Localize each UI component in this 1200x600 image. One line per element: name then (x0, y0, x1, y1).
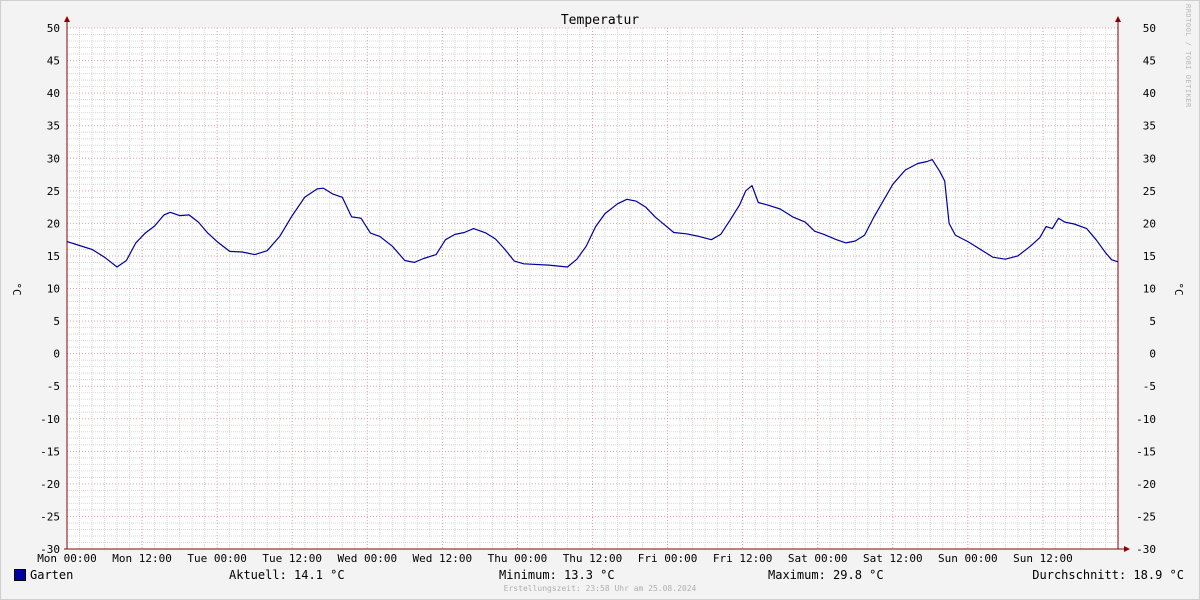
y-tick-label-right: 20 (1143, 217, 1156, 230)
x-tick-label: Sun 12:00 (1013, 552, 1073, 565)
x-tick-label: Wed 12:00 (413, 552, 473, 565)
y-tick-label-right: 25 (1143, 185, 1156, 198)
x-axis-arrow (1124, 546, 1130, 552)
y-tick-label-right: 10 (1143, 283, 1156, 296)
y-tick-label-left: 15 (47, 250, 60, 263)
creation-timestamp: Erstellungszeit: 23:58 Uhr am 25.08.2024 (503, 584, 697, 593)
legend-current: Aktuell: 14.1 °C (229, 568, 345, 582)
x-tick-label: Thu 12:00 (563, 552, 623, 565)
chart-title: Temperatur (561, 13, 639, 28)
y-tick-label-left: -25 (40, 510, 60, 523)
y-axis-label-left: °C (10, 282, 23, 295)
legend: Garten Aktuell: 14.1 °C Minimum: 13.3 °C… (0, 566, 1200, 584)
legend-average: Durchschnitt: 18.9 °C (1032, 568, 1184, 582)
y-tick-label-left: -5 (47, 380, 60, 393)
y-tick-label-left: 0 (53, 348, 60, 361)
x-tick-label: Fri 12:00 (713, 552, 773, 565)
y-tick-label-right: -15 (1136, 445, 1156, 458)
legend-maximum: Maximum: 29.8 °C (768, 568, 884, 582)
y-axis-arrow-right (1115, 16, 1121, 22)
legend-swatch (14, 569, 26, 581)
y-tick-label-left: -10 (40, 413, 60, 426)
y-axis-arrow-left (64, 16, 70, 22)
y-tick-label-left: 50 (47, 22, 60, 35)
y-tick-label-left: 25 (47, 185, 60, 198)
y-tick-label-left: 5 (53, 315, 60, 328)
x-tick-label: Mon 00:00 (37, 552, 97, 565)
x-tick-label: Fri 00:00 (638, 552, 698, 565)
x-tick-label: Thu 00:00 (488, 552, 548, 565)
y-tick-label-right: 45 (1143, 55, 1156, 68)
y-tick-label-left: -15 (40, 445, 60, 458)
x-tick-label: Sun 00:00 (938, 552, 998, 565)
temperature-chart: -30 -30-25 -25-20 -20-15 -15-10 -10-5 -50 05 510… (10, 4, 1192, 565)
y-tick-label-right: -25 (1136, 510, 1156, 523)
x-tick-label: Wed 00:00 (337, 552, 397, 565)
y-tick-label-left: 45 (47, 55, 60, 68)
y-tick-label-right: 40 (1143, 87, 1156, 100)
y-tick-label-left: 20 (47, 217, 60, 230)
y-tick-label-right: 5 (1149, 315, 1156, 328)
y-tick-label-right: 15 (1143, 250, 1156, 263)
y-tick-label-left: 40 (47, 87, 60, 100)
y-tick-label-right: 0 (1149, 348, 1156, 361)
rrdtool-credit: RRDTOOL / TOBI OETIKER (1184, 4, 1192, 108)
y-tick-label-right: 30 (1143, 152, 1156, 165)
y-tick-label-right: -20 (1136, 478, 1156, 491)
y-tick-label-left: 10 (47, 283, 60, 296)
y-tick-label-left: -20 (40, 478, 60, 491)
y-tick-label-right: 50 (1143, 22, 1156, 35)
y-tick-label-right: -30 (1136, 543, 1156, 556)
x-tick-label: Mon 12:00 (112, 552, 172, 565)
x-tick-label: Tue 00:00 (187, 552, 247, 565)
y-tick-label-left: 30 (47, 152, 60, 165)
y-tick-label-right: -10 (1136, 413, 1156, 426)
y-tick-label-right: 35 (1143, 120, 1156, 133)
x-tick-label: Tue 12:00 (262, 552, 322, 565)
y-axis-label-right: °C (1172, 282, 1185, 295)
legend-minimum: Minimum: 13.3 °C (499, 568, 615, 582)
y-tick-label-right: -5 (1143, 380, 1156, 393)
x-tick-label: Sat 00:00 (788, 552, 848, 565)
legend-series-name: Garten (30, 568, 74, 582)
y-tick-label-left: 35 (47, 120, 60, 133)
x-tick-label: Sat 12:00 (863, 552, 923, 565)
